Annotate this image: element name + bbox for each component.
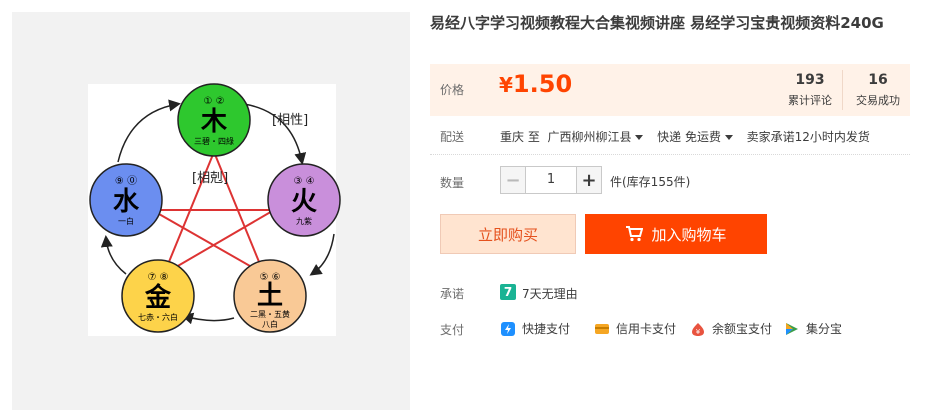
label-overcoming: [相剋]	[192, 171, 228, 186]
svg-text:一白: 一白	[118, 216, 134, 226]
shipping-method: 快递 免运费	[657, 130, 721, 144]
shipping-destination: 广西柳州柳江县	[547, 130, 632, 144]
payment-label: 支付	[440, 323, 465, 337]
svg-text:① ②: ① ②	[203, 96, 224, 107]
shipping-label: 配送	[440, 130, 465, 144]
quantity-decrement-button[interactable]: −	[500, 166, 526, 194]
svg-text:七赤・六白: 七赤・六白	[138, 312, 178, 322]
shipping-destination-select[interactable]: 广西柳州柳江县	[547, 130, 649, 144]
payment-method-quick[interactable]: 快捷支付	[500, 320, 570, 337]
payment-method-label: 快捷支付	[522, 322, 571, 336]
quantity-input[interactable]: 1	[526, 166, 576, 194]
quantity-increment-button[interactable]: +	[576, 166, 602, 194]
element-metal: ⑦ ⑧ 金 七赤・六白	[121, 259, 195, 333]
sold-count: 16	[868, 72, 888, 88]
quantity-stepper: − 1 +	[500, 166, 602, 194]
svg-text:⑦ ⑧: ⑦ ⑧	[147, 272, 168, 283]
svg-text:八白: 八白	[262, 319, 278, 329]
element-earth: ⑤ ⑥ 土 二黑・五黄 八白	[233, 259, 307, 333]
currency-symbol: ¥	[499, 73, 513, 97]
price-panel: 价格 ¥1.50 193 累计评论 16 交易成功	[430, 64, 910, 116]
chevron-down-icon	[635, 135, 644, 140]
svg-text:木: 木	[200, 107, 227, 137]
payment-method-jifenbao[interactable]: 集分宝	[784, 320, 842, 337]
svg-text:三碧・四綠: 三碧・四綠	[194, 136, 234, 146]
shipping-info: 重庆 至 广西柳州柳江县 快递 免运费 卖家承诺12小时内发货	[500, 128, 870, 145]
price-value: ¥1.50	[499, 70, 572, 98]
element-wood: ① ② 木 三碧・四綠	[177, 83, 251, 157]
svg-text:水: 水	[113, 187, 140, 217]
stock-text: 件(库存155件)	[610, 175, 691, 189]
jifenbao-icon	[784, 321, 800, 337]
svg-text:金: 金	[144, 282, 172, 313]
payment-method-label: 集分宝	[806, 322, 843, 336]
svg-text:③ ④: ③ ④	[293, 176, 314, 187]
sold-label: 交易成功	[856, 94, 900, 107]
svg-text:九紫: 九紫	[296, 217, 312, 226]
stat-divider	[842, 70, 843, 110]
yuebao-icon: ¥	[690, 321, 706, 337]
reviews-stat[interactable]: 193 累计评论	[780, 72, 840, 108]
shipping-promise: 卖家承诺12小时内发货	[746, 130, 870, 144]
quantity-label: 数量	[440, 176, 465, 190]
chevron-down-icon	[724, 135, 733, 140]
shipping-method-select[interactable]: 快递 免运费	[657, 130, 739, 144]
quick-pay-icon	[500, 321, 516, 337]
svg-text:⑨ ⓪: ⑨ ⓪	[115, 175, 137, 187]
svg-text:火: 火	[291, 187, 317, 217]
credit-card-icon	[594, 321, 610, 337]
add-to-cart-label: 加入购物车	[651, 225, 727, 244]
payment-method-yuebao[interactable]: ¥ 余额宝支付	[690, 320, 772, 337]
seven-day-return-icon: 7	[500, 284, 516, 300]
svg-text:¥: ¥	[696, 328, 701, 336]
reviews-label: 累计评论	[788, 94, 832, 107]
element-fire: ③ ④ 火 九紫	[267, 163, 341, 237]
promise-label: 承诺	[440, 287, 465, 301]
buy-now-button[interactable]: 立即购买	[440, 214, 576, 254]
svg-text:土: 土	[257, 281, 283, 311]
add-to-cart-button[interactable]: 加入购物车	[585, 214, 767, 254]
svg-text:二黑・五黄: 二黑・五黄	[250, 309, 290, 319]
payment-method-label: 余额宝支付	[712, 322, 773, 336]
payment-method-label: 信用卡支付	[616, 322, 677, 336]
sold-stat: 16 交易成功	[848, 72, 908, 108]
five-elements-diagram: [相性] [相剋] ① ② 木 三碧・四綠 ③ ④ 火 九紫 ⑤ ⑥ 土 二黑・…	[88, 83, 341, 336]
product-image-gallery[interactable]: [相性] [相剋] ① ② 木 三碧・四綠 ③ ④ 火 九紫 ⑤ ⑥ 土 二黑・…	[12, 12, 410, 410]
price-label: 价格	[440, 83, 465, 97]
promise-text[interactable]: 7天无理由	[522, 285, 578, 302]
element-water: ⑨ ⓪ 水 一白	[89, 163, 163, 237]
divider	[430, 154, 910, 155]
payment-method-credit-card[interactable]: 信用卡支付	[594, 320, 676, 337]
reviews-count: 193	[795, 72, 825, 88]
shipping-from: 重庆 至	[500, 130, 540, 144]
product-title: 易经八字学习视频教程大合集视频讲座 易经学习宝贵视频资料240G	[430, 14, 884, 32]
label-generating: [相性]	[272, 113, 308, 128]
cart-icon	[626, 226, 644, 242]
price-amount: 1.50	[512, 70, 573, 98]
